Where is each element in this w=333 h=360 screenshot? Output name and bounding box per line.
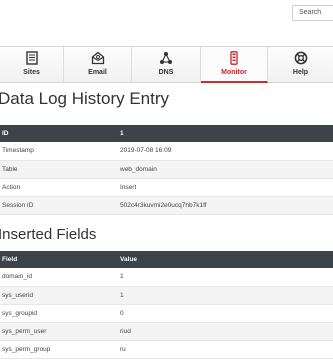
- email-icon: [91, 51, 104, 65]
- fields-table: Field Value domain_id 1 sys_userid 1 sys…: [0, 251, 333, 359]
- table-row: domain_id 1: [0, 268, 333, 287]
- field-value: ru: [118, 340, 333, 359]
- row-key: Timestamp: [0, 142, 118, 161]
- field-name: sys_perm_group: [0, 340, 118, 359]
- table-row: Session ID 502c4r3kuvmi2e0ucq7hb7k1ff: [0, 196, 333, 215]
- row-key: Session ID: [0, 196, 118, 215]
- top-bar: Search: [0, 0, 333, 46]
- row-key: Action: [0, 178, 118, 197]
- dns-icon: [160, 52, 172, 64]
- sites-icon: [25, 51, 38, 65]
- main-nav: Sites Email DNS Monitor Help: [0, 46, 333, 83]
- nav-item-email[interactable]: Email: [64, 47, 132, 83]
- table-header-field: Field: [0, 251, 118, 268]
- field-value: 1: [118, 268, 333, 287]
- nav-label-sites: Sites: [23, 69, 40, 76]
- table-row: sys_groupid 0: [0, 304, 333, 323]
- table-row: Action Insert: [0, 178, 333, 197]
- help-icon: [294, 51, 307, 65]
- table-header-value: Value: [118, 251, 333, 268]
- table-header-key: ID: [0, 125, 118, 142]
- nav-item-monitor[interactable]: Monitor: [201, 47, 268, 83]
- row-value: 2019-07-08 16:09: [118, 142, 333, 161]
- field-name: sys_groupid: [0, 304, 118, 323]
- field-value: 0: [118, 304, 333, 323]
- nav-label-email: Email: [88, 69, 107, 76]
- field-name: sys_userid: [0, 286, 118, 305]
- field-name: sys_perm_user: [0, 322, 118, 341]
- row-value: 502c4r3kuvmi2e0ucq7hb7k1ff: [118, 196, 333, 215]
- table-row: sys_perm_group ru: [0, 340, 333, 359]
- table-header-row: Field Value: [0, 251, 333, 268]
- page-title: Data Log History Entry: [0, 89, 170, 108]
- field-name: domain_id: [0, 268, 118, 287]
- table-row: sys_perm_user riud: [0, 322, 333, 341]
- nav-item-sites[interactable]: Sites: [0, 47, 64, 83]
- field-value: 1: [118, 286, 333, 305]
- row-key: Table: [0, 160, 118, 179]
- nav-label-monitor: Monitor: [221, 69, 247, 76]
- table-row: Timestamp 2019-07-08 16:09: [0, 142, 333, 161]
- nav-label-dns: DNS: [158, 69, 174, 76]
- nav-item-help[interactable]: Help: [268, 47, 333, 83]
- search-input[interactable]: Search: [292, 5, 333, 21]
- table-row: sys_userid 1: [0, 286, 333, 305]
- table-header-row: ID 1: [0, 125, 333, 142]
- row-value: Insert: [118, 178, 333, 197]
- field-value: riud: [118, 322, 333, 341]
- section-title: Inserted Fields: [0, 226, 97, 243]
- monitor-icon: [230, 51, 238, 65]
- table-header-value: 1: [118, 125, 333, 142]
- row-value: web_domain: [118, 160, 333, 179]
- entry-table: ID 1 Timestamp 2019-07-08 16:09 Table we…: [0, 125, 333, 215]
- nav-label-help: Help: [292, 69, 309, 76]
- table-row: Table web_domain: [0, 160, 333, 179]
- nav-item-dns[interactable]: DNS: [132, 47, 201, 83]
